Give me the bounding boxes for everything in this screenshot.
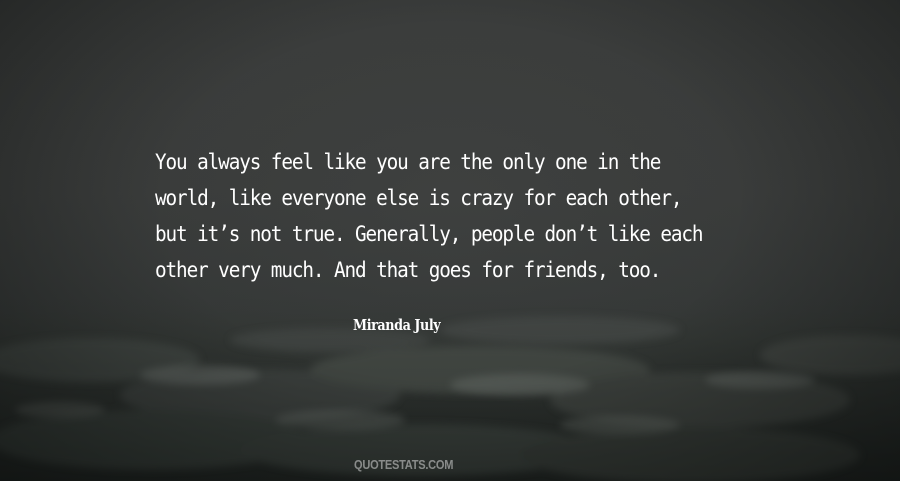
quote-text: You always feel like you are the only on… xyxy=(155,144,707,288)
quote-line-3: but it’s not true. Generally, people don… xyxy=(155,222,704,246)
quote-image: You always feel like you are the only on… xyxy=(0,0,900,481)
quote-line-2: world, like everyone else is crazy for e… xyxy=(155,186,682,210)
site-watermark: QUOTESTATS.COM xyxy=(354,457,454,472)
quote-author: Miranda July xyxy=(353,316,441,334)
quote-line-4: other very much. And that goes for frien… xyxy=(155,258,661,282)
quote-line-1: You always feel like you are the only on… xyxy=(155,150,661,174)
